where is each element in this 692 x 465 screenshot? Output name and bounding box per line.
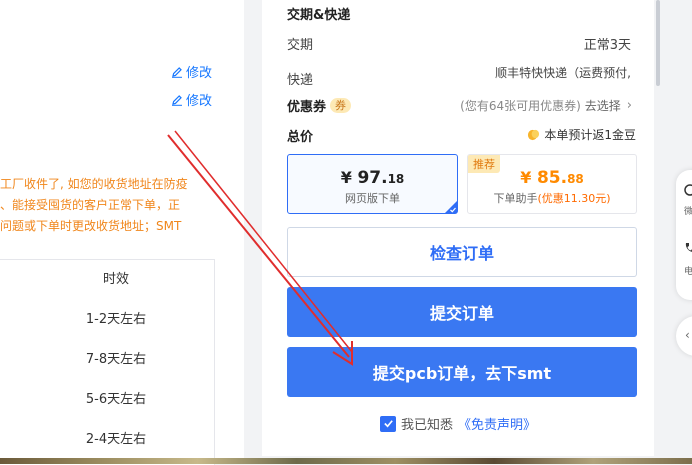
- chat-icon: [684, 184, 692, 196]
- agree-checkbox[interactable]: [380, 415, 396, 432]
- notice-line: 、能接受囤货的客户正常下单，正: [0, 198, 181, 212]
- phone-icon: [685, 243, 692, 252]
- currency-symbol: ¥: [340, 168, 352, 187]
- gold-bean-icon: [528, 129, 540, 141]
- table-row: 1-2天左右: [85, 312, 147, 327]
- recommended-tag: 推荐: [468, 155, 500, 173]
- edit-address-link-2[interactable]: 修改: [171, 90, 212, 109]
- lead-time-value: 正常3天: [583, 38, 631, 53]
- helper-caption-text: 下单助手: [493, 192, 538, 205]
- agree-text: 我已知悉: [401, 418, 454, 433]
- delivery-time-table: 时效 1-2天左右 7-8天左右 5-6天左右 2-4天左右: [0, 259, 215, 465]
- check-order-button[interactable]: 检查订单: [287, 227, 637, 277]
- pencil-icon: [172, 66, 182, 78]
- coupon-label: 优惠券: [287, 99, 327, 115]
- total-price-label: 总价: [287, 130, 314, 145]
- notice-line: 问题或下单时更改收货地址；SMT: [0, 219, 182, 233]
- coupon-select-link[interactable]: 去选择: [585, 97, 621, 114]
- price-decimal: 18: [387, 172, 405, 186]
- edit-address-link-1[interactable]: 修改: [171, 62, 212, 81]
- selected-check-icon: [445, 201, 457, 213]
- edit-label: 修改: [186, 66, 213, 81]
- chevron-right-icon: ›: [626, 97, 632, 113]
- shipping-notice: 工厂收件了, 如您的收货地址在防疫 、能接受囤货的客户正常下单，正 问题或下单时…: [0, 174, 240, 237]
- submit-order-button[interactable]: 提交订单: [287, 287, 637, 337]
- table-row: 5-6天左右: [85, 392, 147, 407]
- currency-symbol: ¥: [520, 168, 532, 187]
- lead-time-label: 交期: [287, 38, 314, 53]
- agreement-row: 我已知悉 《免责声明》: [380, 414, 536, 433]
- widget-label-1: 微: [684, 207, 692, 217]
- coupon-count-info: (您有64张可用优惠券): [460, 98, 581, 113]
- order-assistant-option[interactable]: 推荐 ¥ 85.88 下单助手(优惠11.30元): [467, 154, 637, 214]
- collapse-widget-button[interactable]: ‹: [676, 316, 692, 356]
- disclaimer-link[interactable]: 《免责声明》: [458, 414, 536, 433]
- table-header-lead-time: 时效: [102, 272, 129, 287]
- coupon-badge: 券: [330, 97, 352, 113]
- chevron-left-icon: ‹: [685, 328, 690, 342]
- coupon-row[interactable]: 优惠券 券 (您有64张可用优惠券) 去选择 ›: [287, 94, 632, 116]
- pencil-icon: [172, 94, 182, 106]
- widget-label-2: 电: [684, 267, 692, 277]
- courier-value: 顺丰特快快递（运费预付,: [495, 66, 631, 80]
- notice-line: 工厂收件了, 如您的收货地址在防疫: [0, 177, 188, 191]
- gold-bean-text: 本单预计返1金豆: [544, 128, 636, 142]
- delivery-section-title: 交期&快递: [287, 8, 351, 23]
- helper-order-caption: 下单助手(优惠11.30元): [468, 190, 636, 206]
- courier-label: 快递: [287, 73, 314, 85]
- table-row: 2-4天左右: [85, 432, 147, 447]
- price-integer: 85.: [536, 168, 568, 188]
- web-order-option[interactable]: ¥ 97.18 网页版下单: [287, 154, 458, 214]
- web-price: ¥ 97.18: [288, 168, 457, 188]
- scrollbar-thumb[interactable]: [656, 0, 660, 86]
- gold-bean-reward: 本单预计返1金豆: [527, 126, 636, 143]
- price-integer: 97.: [357, 168, 388, 188]
- customer-service-widget[interactable]: 微 电: [676, 170, 692, 300]
- edit-label: 修改: [186, 94, 213, 109]
- check-icon: [383, 420, 393, 428]
- background-image-strip: [0, 458, 692, 464]
- discount-amount: (优惠11.30元): [537, 192, 611, 205]
- submit-pcb-go-smt-button[interactable]: 提交pcb订单，去下smt: [287, 347, 637, 397]
- price-decimal: 88: [567, 172, 584, 186]
- web-order-caption: 网页版下单: [345, 192, 400, 205]
- table-row: 7-8天左右: [85, 352, 147, 367]
